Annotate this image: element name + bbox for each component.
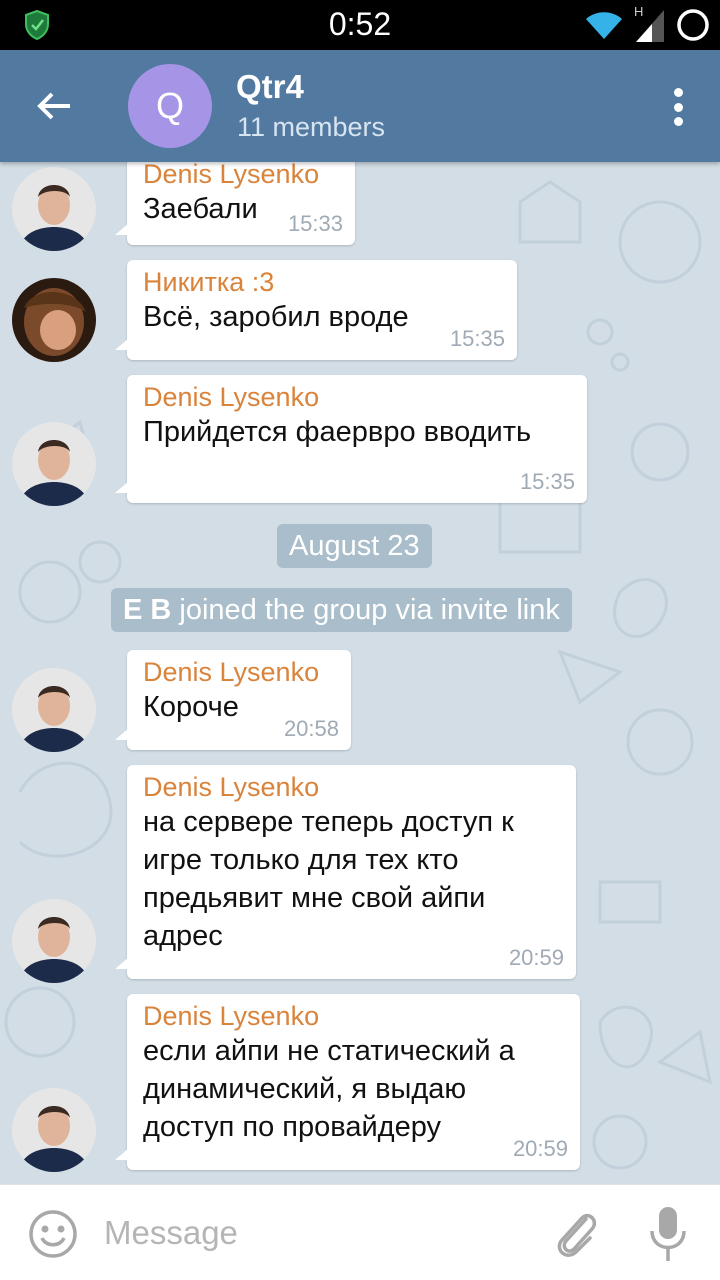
- message-time: 15:35: [449, 326, 505, 351]
- message-time: 20:59: [508, 945, 564, 970]
- chat-title[interactable]: Qtr4: [236, 68, 304, 106]
- message-text: Всё, заробил вроде: [143, 301, 409, 333]
- chat-members-count: 11 members: [237, 112, 386, 142]
- emoji-icon[interactable]: [28, 1209, 78, 1259]
- message-time: 20:58: [283, 716, 339, 741]
- message-bubble[interactable]: Denis Lysenko если айпи не статический а…: [115, 994, 580, 1170]
- message-text: Прийдется фаервро вводить: [143, 416, 532, 448]
- circle-icon: [677, 9, 709, 41]
- message-text-line: предьявит мне свой айпи: [143, 882, 486, 914]
- avatar[interactable]: [12, 278, 96, 362]
- arrow-left-icon: [37, 92, 70, 120]
- message-text-line: доступ по провайдеру: [143, 1111, 442, 1143]
- message-sender[interactable]: Denis Lysenko: [143, 381, 571, 413]
- service-message: E B joined the group via invite link: [111, 588, 572, 632]
- group-avatar[interactable]: Q: [128, 64, 212, 148]
- message-sender[interactable]: Никитка :3: [143, 266, 501, 298]
- message-input[interactable]: [104, 1207, 524, 1259]
- message-sender[interactable]: Denis Lysenko: [143, 1000, 564, 1032]
- service-message-user[interactable]: E B: [123, 594, 171, 626]
- message-sender[interactable]: Denis Lysenko: [143, 771, 560, 803]
- message-bubble[interactable]: Denis Lysenko на сервере теперь доступ к…: [115, 765, 576, 979]
- message-bubble[interactable]: Denis Lysenko Короче 20:58: [115, 650, 351, 750]
- message-composer: [0, 1184, 720, 1280]
- service-message-text: joined the group via invite link: [171, 594, 560, 626]
- back-button[interactable]: [24, 80, 84, 132]
- message-list[interactable]: Denis Lysenko Заебали 15:33 Никитка :3 В…: [0, 162, 720, 1184]
- message-bubble[interactable]: Denis Lysenko Заебали 15:33: [115, 162, 355, 245]
- message-bubble[interactable]: Denis Lysenko Прийдется фаервро вводить …: [115, 375, 587, 503]
- wifi-icon: [586, 12, 622, 39]
- message-sender[interactable]: Denis Lysenko: [143, 162, 339, 190]
- avatar[interactable]: [12, 899, 96, 983]
- status-bar: 0:52 H: [0, 0, 720, 50]
- message-time: 15:35: [519, 469, 575, 494]
- chat-header: Q Qtr4 11 members: [0, 50, 720, 162]
- date-separator: August 23: [277, 524, 432, 568]
- more-menu-button[interactable]: [666, 84, 690, 130]
- avatar[interactable]: [12, 167, 96, 251]
- message-bubble[interactable]: Никитка :3 Всё, заробил вроде 15:35: [115, 260, 517, 360]
- message-text-line: адрес: [143, 920, 223, 952]
- microphone-icon[interactable]: [648, 1205, 688, 1263]
- message-text-line: на сервере теперь доступ к: [143, 806, 514, 838]
- avatar[interactable]: [12, 1088, 96, 1172]
- message-sender[interactable]: Denis Lysenko: [143, 656, 335, 688]
- avatar[interactable]: [12, 422, 96, 506]
- group-avatar-letter: Q: [155, 85, 184, 126]
- message-text-line: если айпи не статический а: [143, 1035, 515, 1067]
- message-text-line: динамический, я выдаю: [143, 1073, 467, 1105]
- paperclip-icon[interactable]: [552, 1205, 600, 1261]
- message-time: 20:59: [512, 1136, 568, 1161]
- avatar[interactable]: [12, 668, 96, 752]
- message-time: 15:33: [287, 211, 343, 236]
- network-type-label: H: [634, 4, 644, 19]
- message-text-line: игре только для тех кто: [143, 844, 459, 876]
